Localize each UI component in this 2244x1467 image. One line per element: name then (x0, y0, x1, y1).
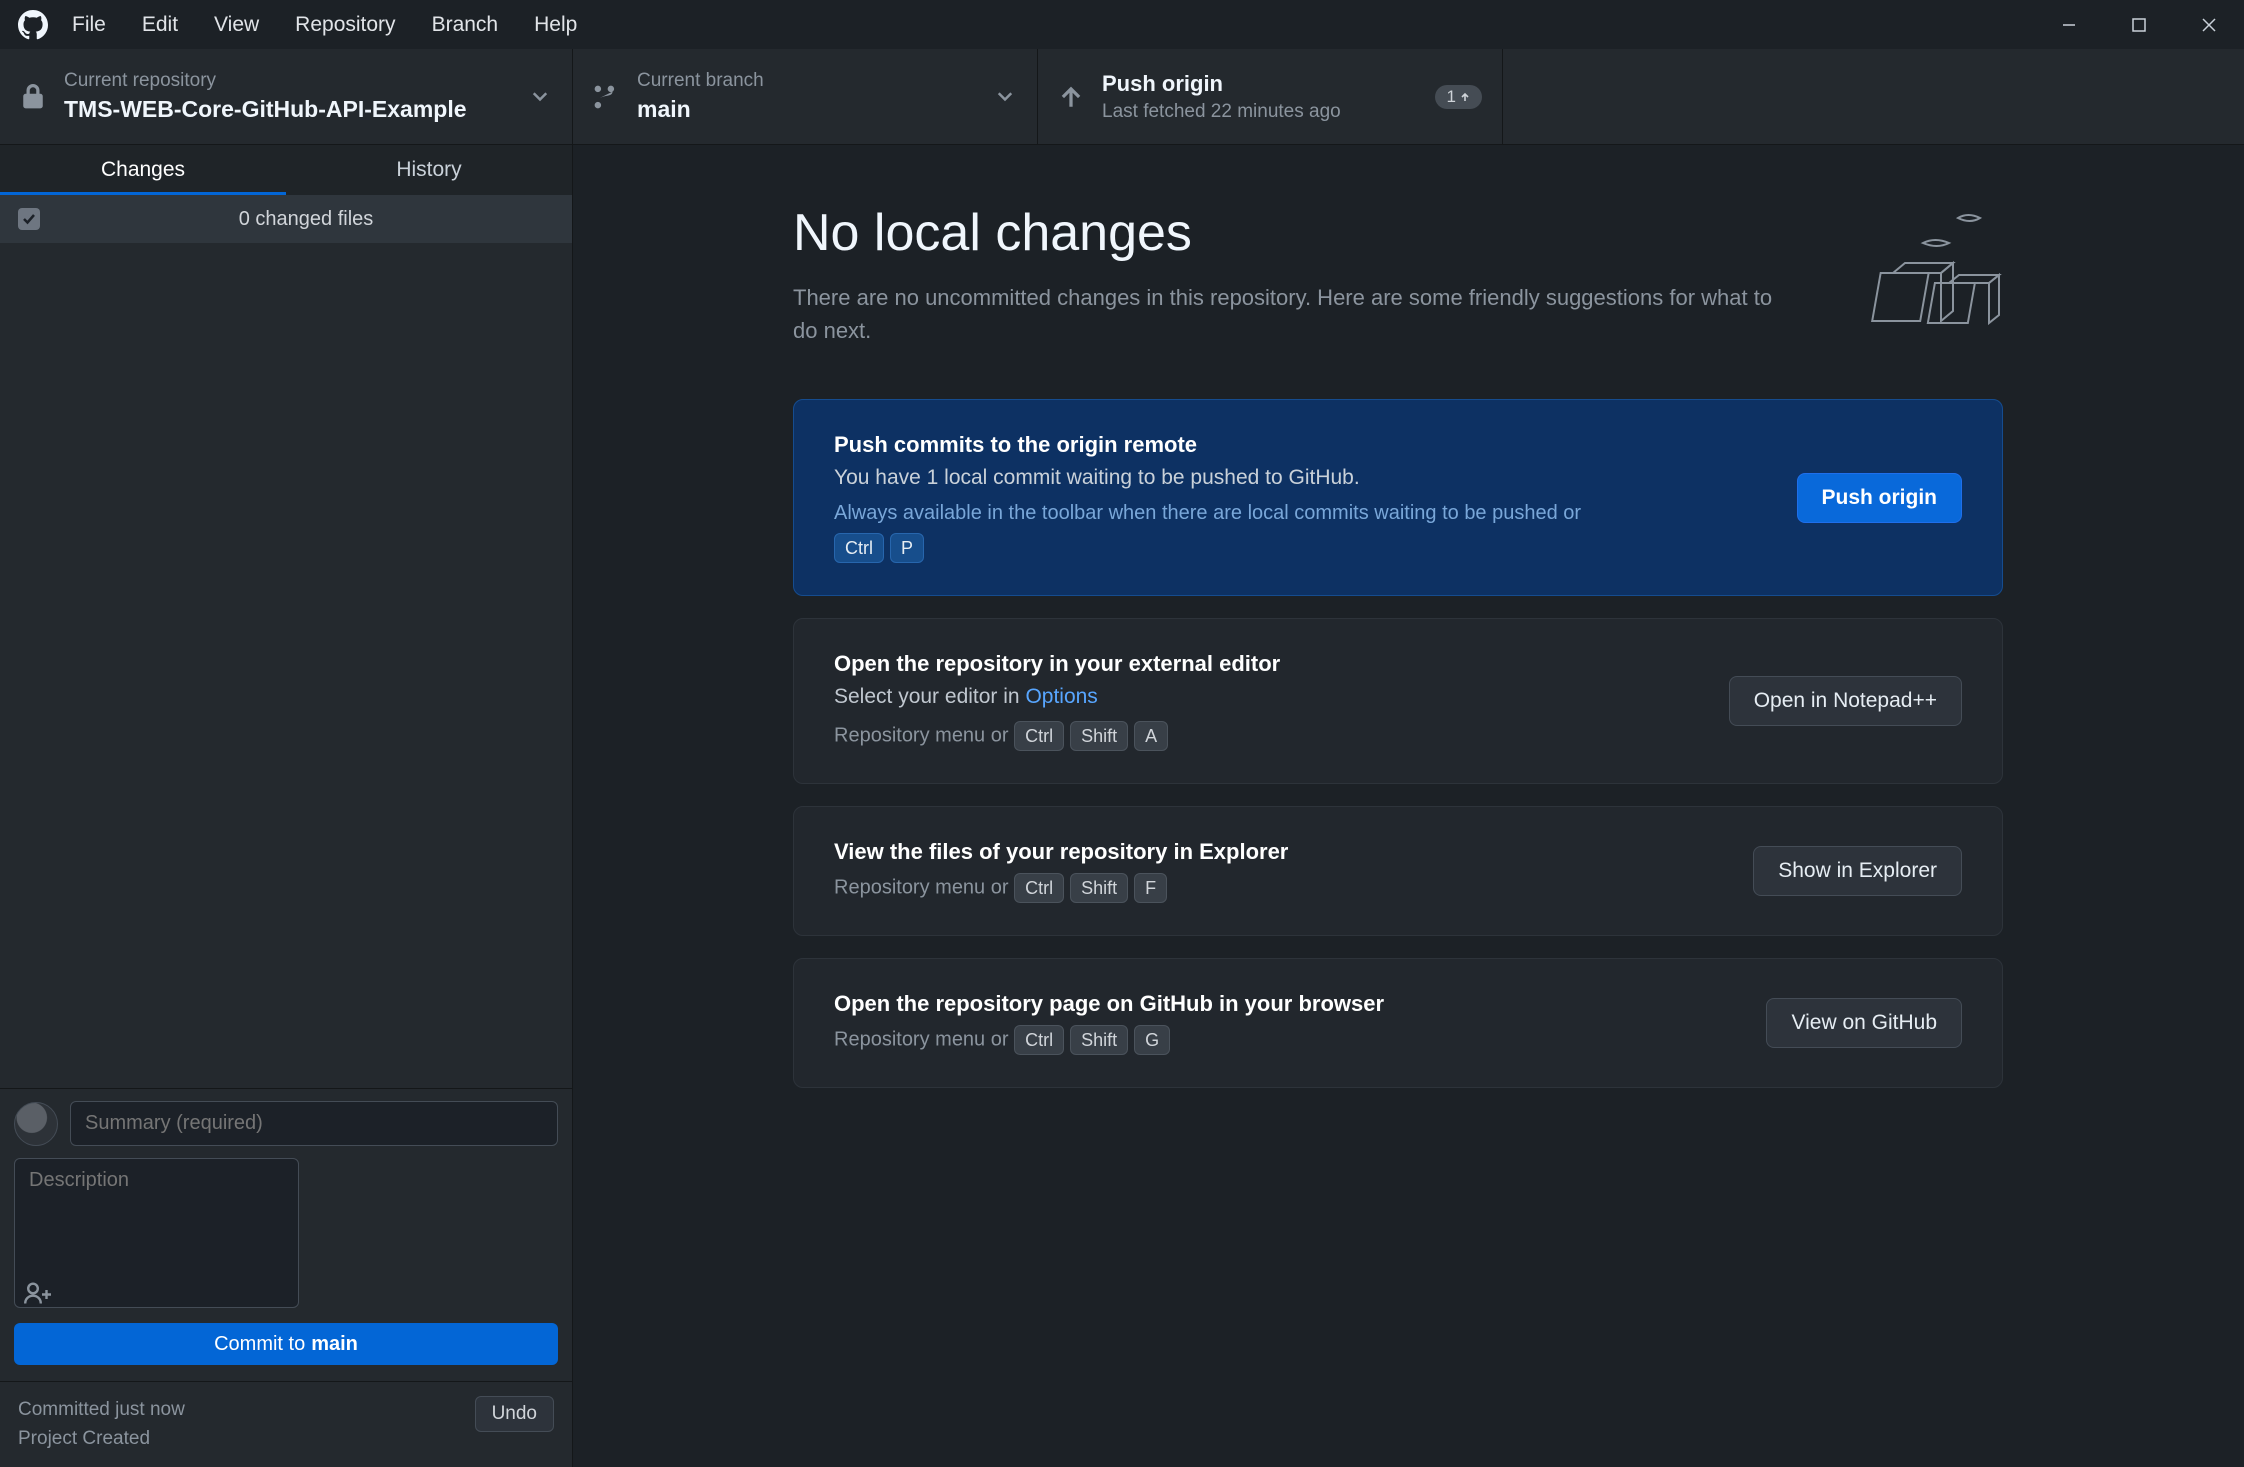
card-push-commits: Push commits to the origin remote You ha… (793, 399, 2003, 596)
kbd-a: A (1134, 721, 1168, 751)
kbd-ctrl: Ctrl (1014, 721, 1064, 751)
window-maximize-button[interactable] (2104, 0, 2174, 49)
view-on-github-button[interactable]: View on GitHub (1766, 998, 1962, 1048)
undo-button[interactable]: Undo (475, 1396, 554, 1432)
person-add-icon (24, 1281, 54, 1305)
tab-history[interactable]: History (286, 145, 572, 195)
menu-help[interactable]: Help (516, 0, 595, 49)
card-editor-hint: Repository menu or (834, 724, 1009, 746)
repo-label: Current repository (64, 70, 552, 92)
card-explorer-hint: Repository menu or (834, 876, 1009, 898)
close-icon (2201, 17, 2217, 33)
select-all-checkbox[interactable] (18, 208, 40, 230)
kbd-shift: Shift (1070, 721, 1128, 751)
card-editor-desc-prefix: Select your editor in (834, 685, 1025, 708)
arrow-up-small-icon (1460, 92, 1470, 102)
menu-bar: File Edit View Repository Branch Help (0, 0, 2244, 49)
options-link[interactable]: Options (1025, 685, 1097, 708)
boxes-illustration-icon (1853, 203, 2003, 343)
kbd-ctrl: Ctrl (1014, 873, 1064, 903)
menu-view[interactable]: View (196, 0, 277, 49)
card-view-github: Open the repository page on GitHub in yo… (793, 958, 2003, 1088)
kbd-g: G (1134, 1025, 1170, 1055)
main-area: Changes History 0 changed files (0, 145, 2244, 1467)
window-controls (2034, 0, 2244, 49)
changed-files-count: 0 changed files (58, 208, 554, 231)
kbd-shift: Shift (1070, 1025, 1128, 1055)
card-editor-title: Open the repository in your external edi… (834, 651, 1705, 677)
changes-header: 0 changed files (0, 195, 572, 243)
add-coauthor-button[interactable] (24, 1281, 54, 1305)
commit-button[interactable]: Commit to main (14, 1323, 558, 1365)
page-title: No local changes (793, 203, 1813, 263)
commit-form: Commit to main (0, 1088, 572, 1381)
toolbar-current-branch[interactable]: Current branch main (573, 49, 1038, 144)
chevron-down-icon (997, 92, 1013, 102)
kbd-ctrl: Ctrl (834, 533, 884, 563)
card-github-title: Open the repository page on GitHub in yo… (834, 991, 1742, 1017)
app-window: File Edit View Repository Branch Help (0, 0, 2244, 1467)
toolbar-current-repository[interactable]: Current repository TMS-WEB-Core-GitHub-A… (0, 49, 573, 144)
lock-icon (20, 84, 46, 110)
minimize-icon (2061, 17, 2077, 33)
commit-description-input[interactable] (14, 1158, 299, 1308)
kbd-f: F (1134, 873, 1167, 903)
card-push-hint: Always available in the toolbar when the… (834, 502, 1581, 524)
maximize-icon (2132, 18, 2146, 32)
repo-name: TMS-WEB-Core-GitHub-API-Example (64, 96, 552, 123)
card-push-desc: You have 1 local commit waiting to be pu… (834, 466, 1773, 490)
card-show-explorer: View the files of your repository in Exp… (793, 806, 2003, 936)
menu-repository[interactable]: Repository (277, 0, 413, 49)
open-in-editor-button[interactable]: Open in Notepad++ (1729, 676, 1962, 726)
kbd-p: P (890, 533, 924, 563)
menu-edit[interactable]: Edit (124, 0, 196, 49)
empty-state-illustration (1853, 203, 2003, 343)
chevron-down-icon (532, 92, 548, 102)
branch-name: main (637, 96, 1017, 123)
menu-branch[interactable]: Branch (414, 0, 517, 49)
menu-items: File Edit View Repository Branch Help (54, 0, 595, 49)
window-close-button[interactable] (2174, 0, 2244, 49)
avatar (14, 1102, 58, 1146)
kbd-shift: Shift (1070, 873, 1128, 903)
card-open-editor: Open the repository in your external edi… (793, 618, 2003, 784)
push-badge-count: 1 (1447, 87, 1456, 107)
menu-file[interactable]: File (54, 0, 124, 49)
arrow-up-icon (1058, 84, 1084, 110)
commit-footer: Committed just now Project Created Undo (0, 1381, 572, 1467)
sidebar: Changes History 0 changed files (0, 145, 573, 1467)
branch-label: Current branch (637, 70, 1017, 92)
push-label: Push origin (1102, 71, 1417, 97)
commit-footer-line2: Project Created (18, 1425, 185, 1454)
content-area: No local changes There are no uncommitte… (573, 145, 2244, 1467)
card-github-hint: Repository menu or (834, 1028, 1009, 1050)
tab-changes[interactable]: Changes (0, 145, 286, 195)
card-push-title: Push commits to the origin remote (834, 432, 1773, 458)
toolbar: Current repository TMS-WEB-Core-GitHub-A… (0, 49, 2244, 145)
commit-footer-line1: Committed just now (18, 1396, 185, 1425)
show-in-explorer-button[interactable]: Show in Explorer (1753, 846, 1962, 896)
window-minimize-button[interactable] (2034, 0, 2104, 49)
kbd-ctrl: Ctrl (1014, 1025, 1064, 1055)
suggestion-cards: Push commits to the origin remote You ha… (793, 399, 2003, 1088)
commit-button-prefix: Commit to (214, 1333, 305, 1356)
card-explorer-title: View the files of your repository in Exp… (834, 839, 1729, 865)
page-subtitle: There are no uncommitted changes in this… (793, 281, 1793, 347)
push-badge: 1 (1435, 85, 1482, 109)
toolbar-push-origin[interactable]: Push origin Last fetched 22 minutes ago … (1038, 49, 1503, 144)
checkmark-icon (22, 212, 36, 226)
commit-summary-input[interactable] (70, 1101, 558, 1146)
github-logo-icon (18, 10, 48, 40)
push-sublabel: Last fetched 22 minutes ago (1102, 101, 1417, 123)
git-branch-icon (593, 84, 619, 110)
commit-button-branch: main (311, 1333, 358, 1356)
sidebar-tabs: Changes History (0, 145, 572, 195)
app-logo (12, 10, 54, 40)
push-origin-button[interactable]: Push origin (1797, 473, 1963, 523)
